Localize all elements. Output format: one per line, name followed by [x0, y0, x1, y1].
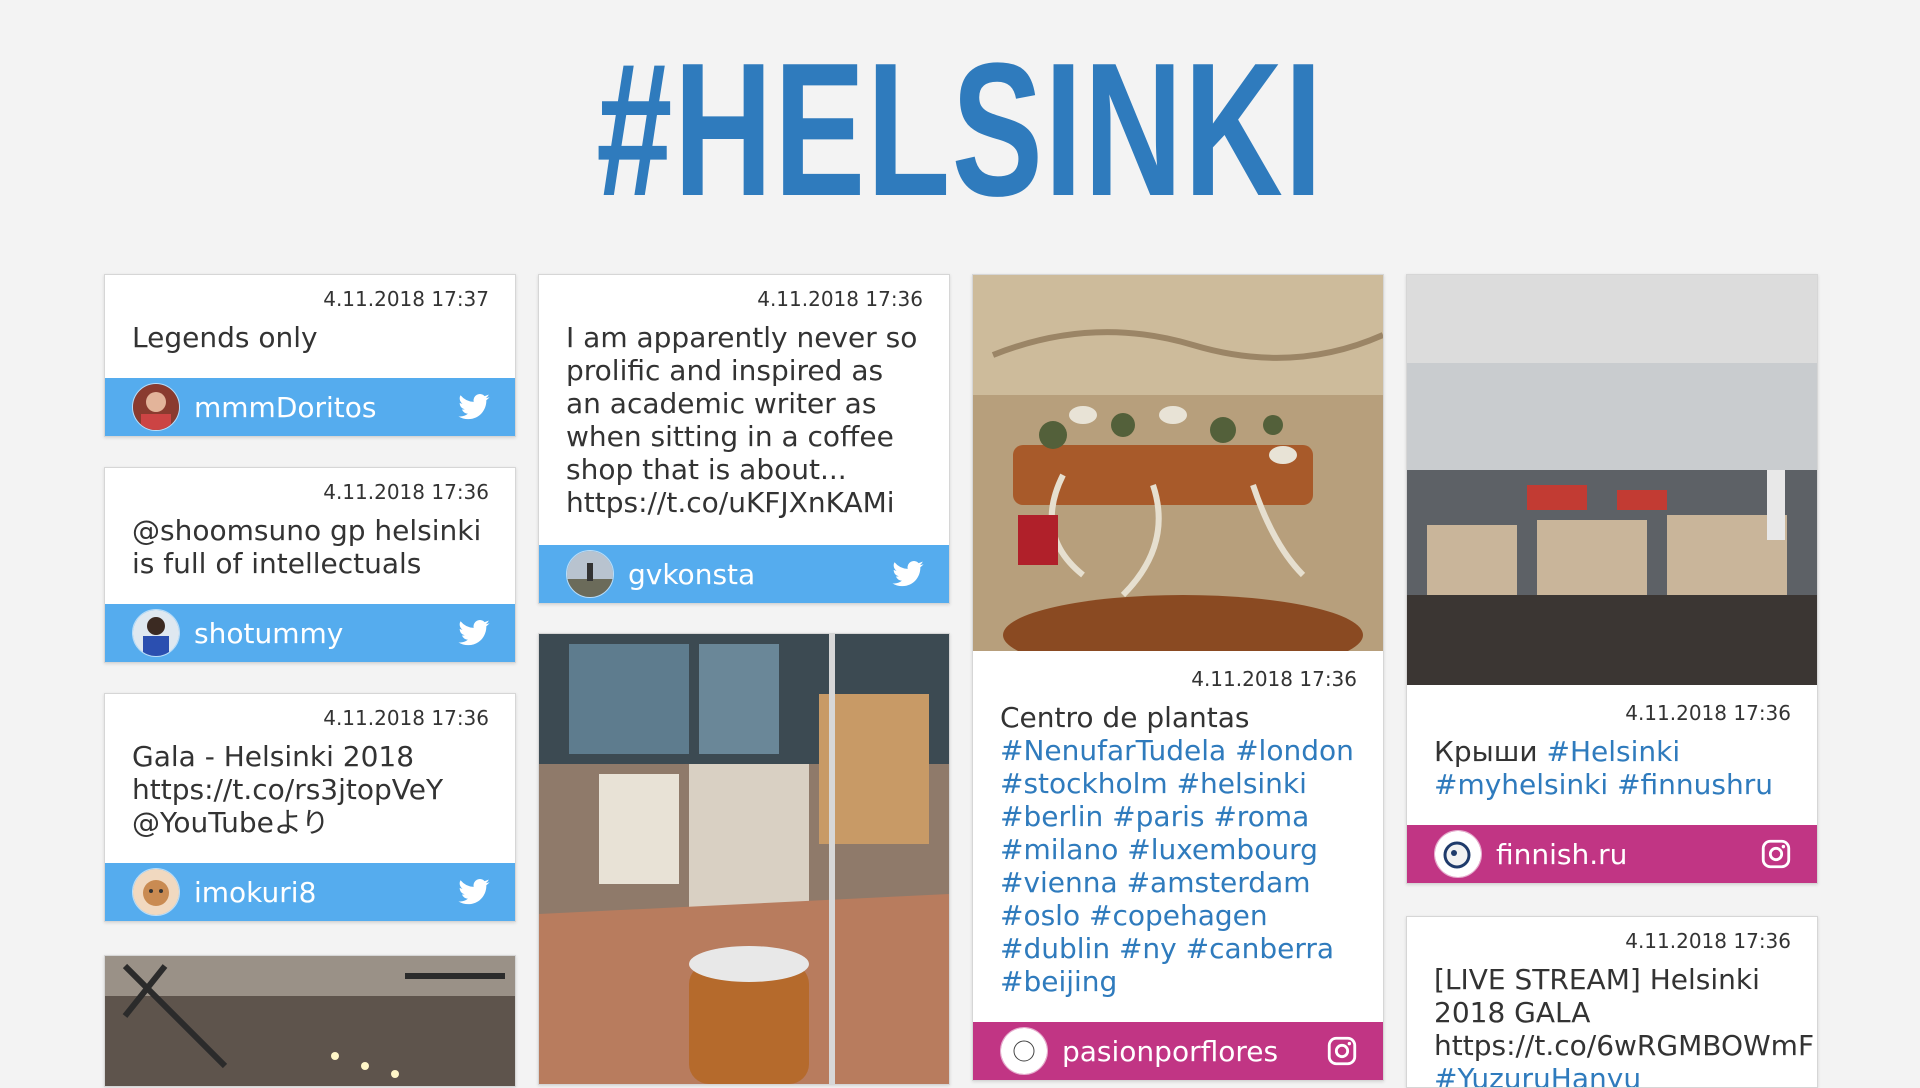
author-name[interactable]: gvkonsta	[628, 558, 891, 591]
twitter-icon[interactable]	[891, 557, 925, 591]
post-text-line[interactable]: https://t.co/6wRGMBOWmF	[1434, 1029, 1814, 1062]
post-author-bar[interactable]: shotummy	[105, 604, 515, 662]
post-card[interactable]: 4.11.2018 17:36 @shoomsuno gp helsinki i…	[104, 467, 516, 663]
post-text: I am apparently never so prolific and in…	[566, 321, 918, 519]
post-author-bar[interactable]: pasionporflores	[973, 1022, 1383, 1080]
post-text: @shoomsuno gp helsinki is full of intell…	[132, 514, 482, 580]
post-text: Legends only	[132, 321, 318, 354]
post-author-bar[interactable]: gvkonsta	[539, 545, 949, 603]
post-date: 4.11.2018 17:37	[323, 287, 489, 311]
post-author-bar[interactable]: imokuri8	[105, 863, 515, 921]
post-text-line: Gala - Helsinki 2018	[132, 740, 415, 773]
instagram-icon[interactable]	[1325, 1034, 1359, 1068]
post-date: 4.11.2018 17:36	[1191, 667, 1357, 691]
post-card[interactable]	[104, 955, 516, 1087]
twitter-icon[interactable]	[457, 390, 491, 424]
post-hashtags[interactable]: #NenufarTudela #london #stockholm #helsi…	[1000, 734, 1357, 998]
post-text-line: 2018 GALA	[1434, 996, 1591, 1029]
twitter-icon[interactable]	[457, 616, 491, 650]
author-name[interactable]: finnish.ru	[1496, 838, 1759, 871]
avatar[interactable]	[132, 609, 180, 657]
avatar[interactable]	[1434, 830, 1482, 878]
post-card[interactable]: 4.11.2018 17:36 I am apparently never so…	[538, 274, 950, 604]
post-card[interactable]: 4.11.2018 17:36 Centro de plantas #Nenuf…	[972, 274, 1384, 1081]
post-card[interactable]: 4.11.2018 17:36 [LIVE STREAM] Helsinki 2…	[1406, 916, 1818, 1088]
post-card[interactable]: 4.11.2018 17:37 Legends only mmmDoritos	[104, 274, 516, 437]
post-text: Centro de plantas #NenufarTudela #london…	[973, 693, 1383, 1022]
avatar[interactable]	[566, 550, 614, 598]
avatar[interactable]	[132, 383, 180, 431]
page-title: #HELSINKI	[596, 24, 1324, 236]
post-date: 4.11.2018 17:36	[1625, 701, 1791, 725]
post-photo[interactable]	[539, 634, 949, 1084]
post-date: 4.11.2018 17:36	[757, 287, 923, 311]
post-card[interactable]: 4.11.2018 17:36 Крыши #Helsinki #myhelsi…	[1406, 274, 1818, 884]
post-text: Крыши #Helsinki #myhelsinki #finnushru	[1407, 727, 1817, 825]
avatar[interactable]	[1000, 1027, 1048, 1075]
post-author-bar[interactable]: mmmDoritos	[105, 378, 515, 436]
post-card[interactable]	[538, 633, 950, 1085]
author-name[interactable]: imokuri8	[194, 876, 457, 909]
instagram-icon[interactable]	[1759, 837, 1793, 871]
author-name[interactable]: pasionporflores	[1062, 1035, 1325, 1068]
author-name[interactable]: mmmDoritos	[194, 391, 457, 424]
twitter-icon[interactable]	[457, 875, 491, 909]
post-text-line: @YouTubeより	[132, 806, 330, 839]
post-date: 4.11.2018 17:36	[323, 706, 489, 730]
author-name[interactable]: shotummy	[194, 617, 457, 650]
post-text: Gala - Helsinki 2018 https://t.co/rs3jto…	[105, 732, 515, 863]
post-photo[interactable]	[105, 956, 515, 1086]
post-card[interactable]: 4.11.2018 17:36 Gala - Helsinki 2018 htt…	[104, 693, 516, 922]
post-author-bar[interactable]: finnish.ru	[1407, 825, 1817, 883]
post-photo[interactable]	[1407, 275, 1817, 685]
post-date: 4.11.2018 17:36	[1625, 929, 1791, 953]
post-date: 4.11.2018 17:36	[323, 480, 489, 504]
post-text-line: [LIVE STREAM] Helsinki	[1434, 963, 1760, 996]
post-text-line[interactable]: https://t.co/rs3jtopVeY	[132, 773, 489, 806]
post-photo[interactable]	[973, 275, 1383, 675]
post-hashtags[interactable]: #YuzuruHanyu	[1434, 1062, 1791, 1087]
post-text-line: Centro de plantas	[1000, 701, 1250, 734]
post-text-line: Крыши	[1434, 735, 1538, 768]
avatar[interactable]	[132, 868, 180, 916]
post-text: [LIVE STREAM] Helsinki 2018 GALA https:/…	[1407, 955, 1817, 1087]
